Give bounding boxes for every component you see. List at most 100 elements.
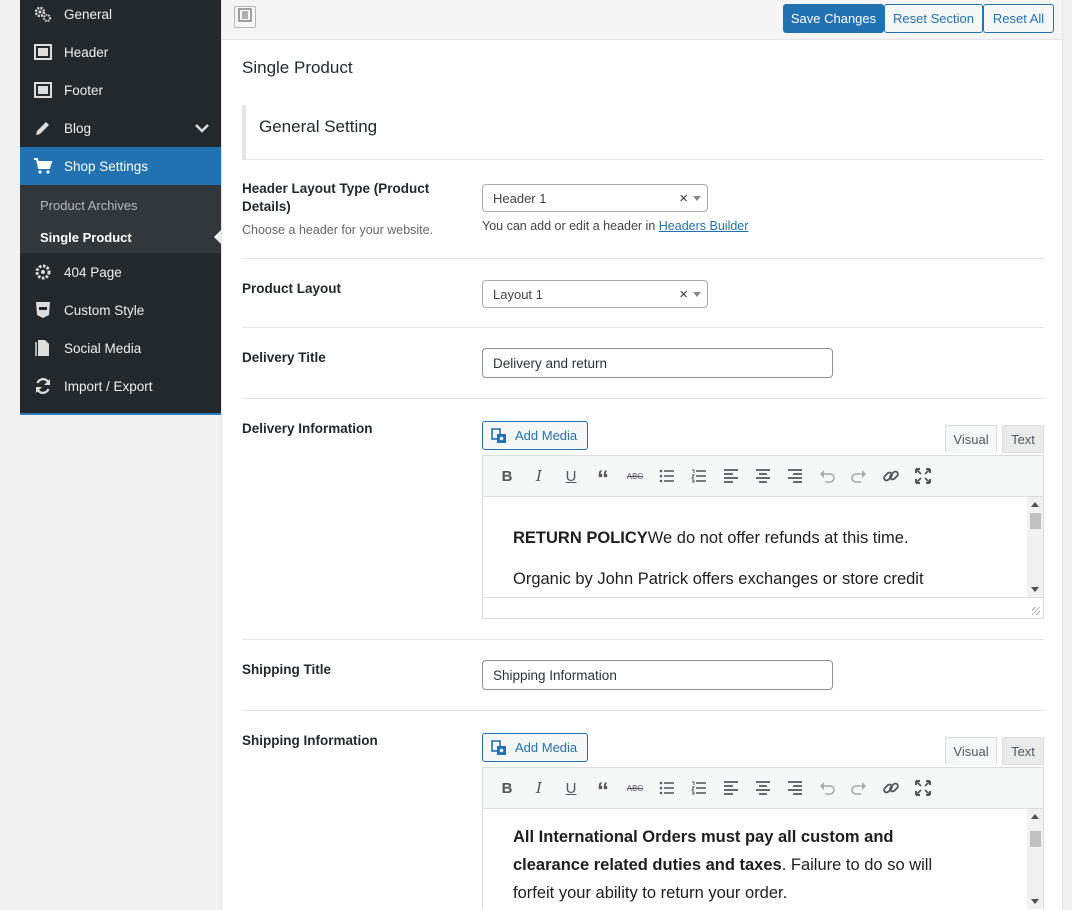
scroll-up-icon[interactable] [1031, 814, 1039, 819]
reset-section-button[interactable]: Reset Section [884, 4, 983, 33]
footer-icon [33, 80, 53, 100]
scroll-thumb[interactable] [1030, 831, 1041, 847]
scroll-thumb[interactable] [1030, 513, 1041, 529]
align-center-icon[interactable] [747, 773, 779, 803]
undo-icon[interactable] [811, 461, 843, 491]
sidebar-item-label: Custom Style [64, 302, 145, 318]
gears-icon [33, 4, 53, 24]
sidebar-item-shop-settings[interactable]: Shop Settings [20, 147, 221, 185]
sidebar-item-header[interactable]: Header [20, 33, 221, 71]
group-title: General Setting [259, 117, 378, 136]
underline-icon[interactable]: U [555, 461, 587, 491]
scroll-down-icon[interactable] [1031, 899, 1039, 904]
bold-icon[interactable]: B [491, 461, 523, 491]
numbered-list-icon[interactable] [683, 461, 715, 491]
pencil-icon [33, 118, 53, 138]
scroll-down-icon[interactable] [1031, 587, 1039, 592]
delivery-title-input[interactable]: Delivery and return [482, 348, 833, 378]
editor-scrollbar[interactable] [1027, 497, 1043, 597]
align-left-icon[interactable] [715, 773, 747, 803]
fullscreen-icon[interactable] [907, 773, 939, 803]
align-right-icon[interactable] [779, 773, 811, 803]
strikethrough-icon[interactable]: ABC [619, 773, 651, 803]
sidebar-item-custom-style[interactable]: Custom Style [20, 291, 221, 329]
tab-visual[interactable]: Visual [945, 425, 997, 453]
add-media-icon [491, 739, 509, 756]
refresh-icon [33, 376, 53, 396]
add-media-label: Add Media [515, 428, 578, 443]
shipping-info-label: Shipping Information [242, 733, 378, 748]
save-changes-button[interactable]: Save Changes [783, 4, 884, 33]
sidebar-item-general[interactable]: General [20, 0, 221, 33]
editor-content[interactable]: All International Orders must pay all cu… [483, 809, 1043, 909]
expand-button[interactable] [234, 6, 256, 28]
header-layout-description: Choose a header for your website. [242, 223, 434, 237]
gear-icon [33, 262, 53, 282]
link-icon[interactable] [875, 773, 907, 803]
add-media-button[interactable]: Add Media [482, 733, 588, 762]
sidebar-item-404-page[interactable]: 404 Page [20, 253, 221, 291]
underline-icon[interactable]: U [555, 773, 587, 803]
headers-builder-link[interactable]: Headers Builder [659, 219, 749, 233]
resize-handle-icon[interactable] [1032, 607, 1040, 615]
strikethrough-icon[interactable]: ABC [619, 461, 651, 491]
sidebar: General Header Footer Blog Shop Settings… [20, 0, 221, 910]
sidebar-item-import-export[interactable]: Import / Export [20, 367, 221, 405]
divider [242, 710, 1044, 711]
sidebar-subitem-product-archives[interactable]: Product Archives [20, 189, 221, 221]
add-media-button[interactable]: Add Media [482, 421, 588, 450]
shipping-title-input[interactable]: Shipping Information [482, 660, 833, 690]
chevron-down-icon [195, 121, 209, 136]
bold-icon[interactable]: B [491, 773, 523, 803]
scroll-up-icon[interactable] [1031, 502, 1039, 507]
align-left-icon[interactable] [715, 461, 747, 491]
reset-all-button[interactable]: Reset All [983, 4, 1054, 33]
product-layout-label: Product Layout [242, 281, 342, 296]
editor-paragraph: All International Orders must pay all cu… [513, 823, 1013, 907]
sidebar-item-social-media[interactable]: Social Media [20, 329, 221, 367]
product-layout-select[interactable]: Layout 1 × [482, 280, 708, 308]
editor-scrollbar[interactable] [1027, 809, 1043, 909]
editor-content[interactable]: RETURN POLICYWe do not offer refunds at … [483, 497, 1043, 597]
editor-paragraph: Organic by John Patrick offers exchanges… [513, 570, 924, 588]
sidebar-item-label: General [64, 6, 113, 22]
italic-icon[interactable]: I [523, 773, 555, 803]
editor-text: . Failure to do so will [781, 856, 933, 874]
divider [242, 639, 1044, 640]
header-icon [33, 42, 53, 62]
shipping-info-editor: B I U “ ABC All International Orders mus… [482, 767, 1044, 909]
numbered-list-icon[interactable] [683, 773, 715, 803]
undo-icon[interactable] [811, 773, 843, 803]
tab-text[interactable]: Text [1002, 737, 1044, 765]
document-icon [33, 338, 53, 358]
shop-settings-submenu: Product Archives Single Product [20, 185, 221, 253]
redo-icon[interactable] [843, 773, 875, 803]
sidebar-subitem-single-product[interactable]: Single Product [20, 221, 221, 253]
align-center-icon[interactable] [747, 461, 779, 491]
align-right-icon[interactable] [779, 461, 811, 491]
select-value: Layout 1 [493, 286, 543, 302]
tab-text[interactable]: Text [1002, 425, 1044, 453]
bullet-list-icon[interactable] [651, 461, 683, 491]
main-panel: Save Changes Reset Section Reset All Sin… [221, 0, 1063, 910]
bullet-list-icon[interactable] [651, 773, 683, 803]
add-media-label: Add Media [515, 740, 578, 755]
clear-icon[interactable]: × [679, 190, 688, 207]
delivery-info-label: Delivery Information [242, 421, 373, 436]
redo-icon[interactable] [843, 461, 875, 491]
blockquote-icon[interactable]: “ [587, 773, 619, 805]
clear-icon[interactable]: × [679, 286, 688, 303]
cart-icon [33, 156, 53, 176]
tab-visual[interactable]: Visual [945, 737, 997, 765]
italic-icon[interactable]: I [523, 461, 555, 491]
top-toolbar: Save Changes Reset Section Reset All [222, 0, 1062, 40]
fullscreen-icon[interactable] [907, 461, 939, 491]
header-layout-label: Header Layout Type (Product Details) [242, 181, 430, 214]
blockquote-icon[interactable]: “ [587, 461, 619, 493]
link-icon[interactable] [875, 461, 907, 491]
sidebar-item-blog[interactable]: Blog [20, 109, 221, 147]
delivery-title-label: Delivery Title [242, 350, 326, 365]
sidebar-item-footer[interactable]: Footer [20, 71, 221, 109]
header-layout-select[interactable]: Header 1 × [482, 184, 708, 212]
select-value: Header 1 [493, 190, 547, 206]
